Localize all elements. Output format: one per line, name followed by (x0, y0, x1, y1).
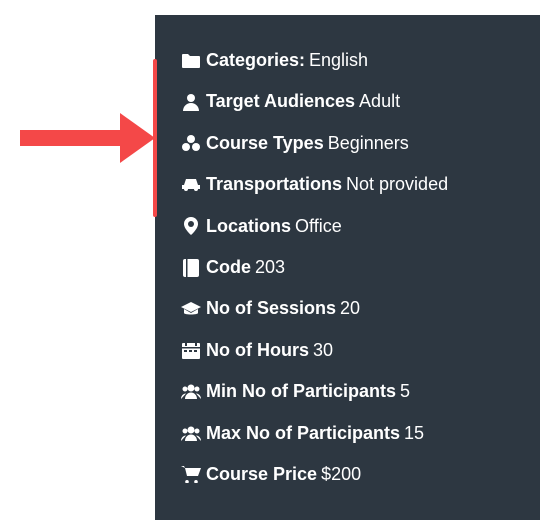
categories-label: Categories: (206, 49, 305, 72)
row-target-audiences: Target Audiences Adult (180, 81, 515, 122)
group-icon (180, 426, 202, 441)
categories-value: English (309, 49, 368, 72)
group-icon (180, 384, 202, 399)
course-info-panel: Categories: English Target Audiences Adu… (155, 15, 540, 520)
graduation-cap-icon (180, 302, 202, 316)
row-transportations: Transportations Not provided (180, 164, 515, 205)
locations-label: Locations (206, 215, 291, 238)
max-participants-label: Max No of Participants (206, 422, 400, 445)
hours-value: 30 (313, 339, 333, 362)
folder-icon (180, 53, 202, 68)
sessions-value: 20 (340, 297, 360, 320)
min-participants-label: Min No of Participants (206, 380, 396, 403)
row-max-participants: Max No of Participants 15 (180, 413, 515, 454)
row-locations: Locations Office (180, 206, 515, 247)
person-icon (180, 94, 202, 111)
course-types-label: Course Types (206, 132, 324, 155)
price-value: $200 (321, 463, 361, 486)
hours-label: No of Hours (206, 339, 309, 362)
row-code: Code 203 (180, 247, 515, 288)
pointer-arrow-icon (20, 113, 155, 168)
price-label: Course Price (206, 463, 317, 486)
circles-icon (180, 135, 202, 151)
car-icon (180, 178, 202, 192)
cart-icon (180, 466, 202, 483)
row-min-participants: Min No of Participants 5 (180, 371, 515, 412)
row-price: Course Price $200 (180, 454, 515, 495)
target-audiences-value: Adult (359, 90, 400, 113)
locations-value: Office (295, 215, 342, 238)
code-value: 203 (255, 256, 285, 279)
transportations-value: Not provided (346, 173, 448, 196)
max-participants-value: 15 (404, 422, 424, 445)
calendar-icon (180, 341, 202, 359)
course-types-value: Beginners (328, 132, 409, 155)
row-categories: Categories: English (180, 40, 515, 81)
code-label: Code (206, 256, 251, 279)
book-icon (180, 259, 202, 277)
target-audiences-label: Target Audiences (206, 90, 355, 113)
row-hours: No of Hours 30 (180, 330, 515, 371)
row-sessions: No of Sessions 20 (180, 288, 515, 329)
location-pin-icon (180, 217, 202, 235)
sessions-label: No of Sessions (206, 297, 336, 320)
transportations-label: Transportations (206, 173, 342, 196)
row-course-types: Course Types Beginners (180, 123, 515, 164)
min-participants-value: 5 (400, 380, 410, 403)
